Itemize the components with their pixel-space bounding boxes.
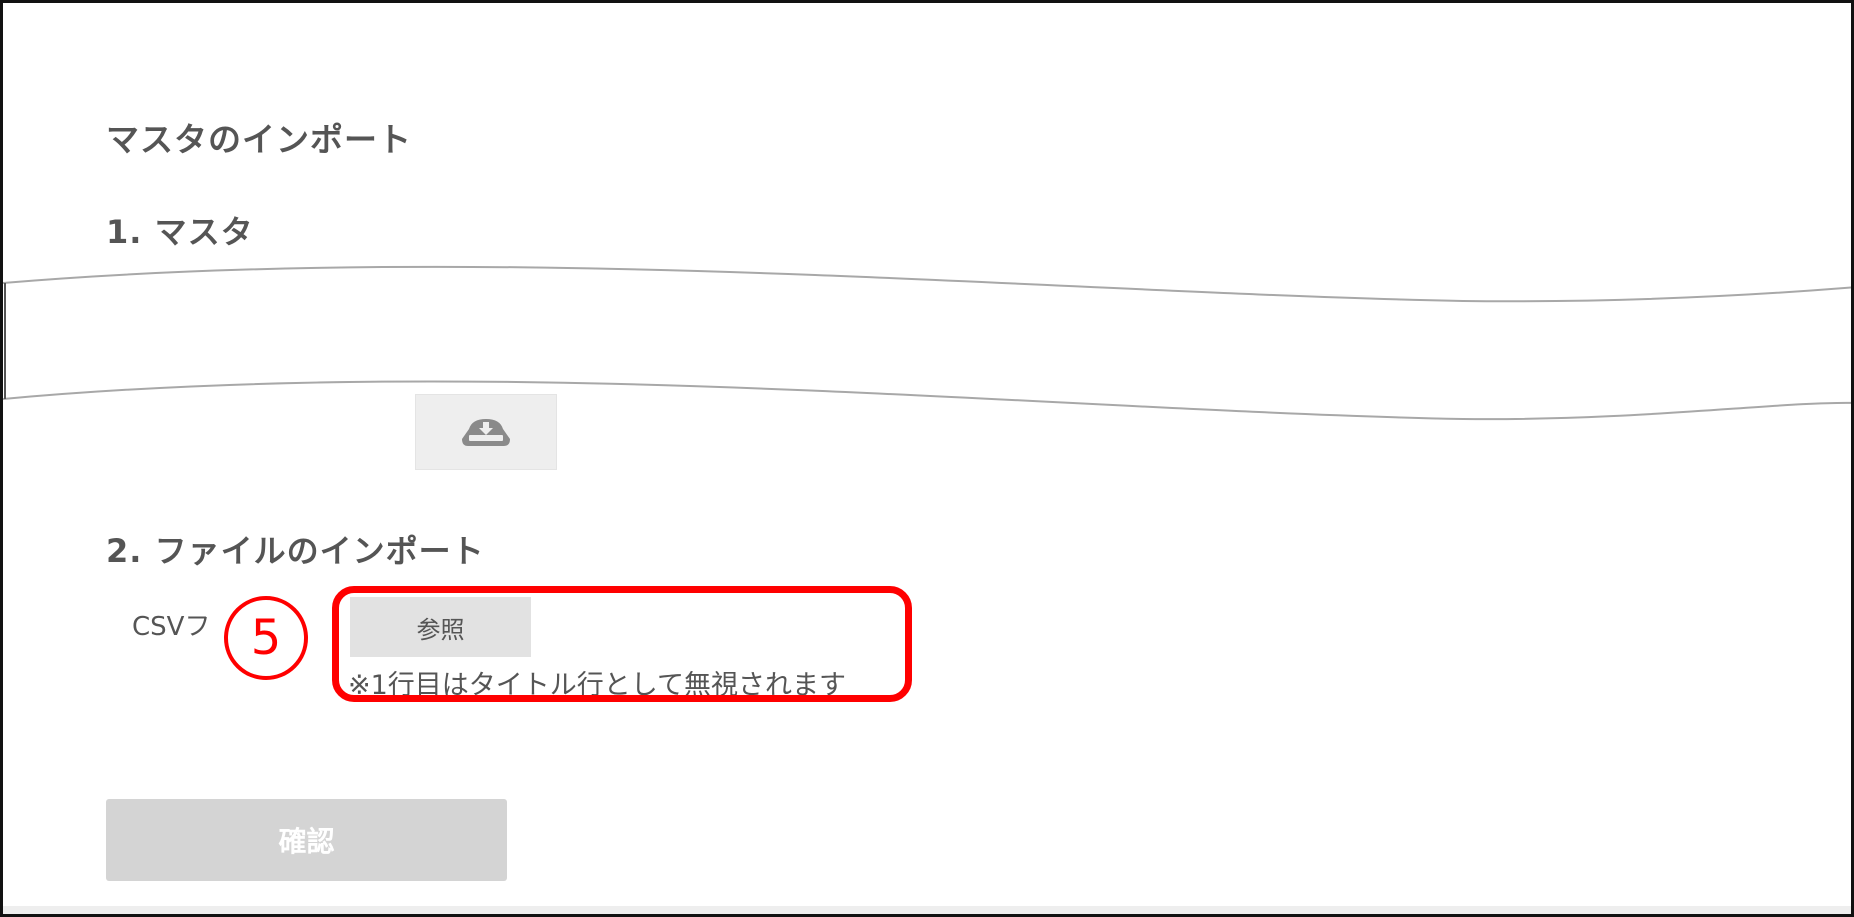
- screenshot-frame: マスタのインポート 1. マスタ 2. ファイルのインポート CSVフ 5 参照…: [0, 0, 1854, 917]
- csv-file-label: CSVフ: [132, 612, 211, 642]
- section-file-import-title: 2. ファイルのインポート: [106, 532, 485, 570]
- page-title: マスタのインポート: [106, 120, 412, 159]
- confirm-button[interactable]: 確認: [106, 799, 507, 881]
- template-download-button[interactable]: [415, 394, 557, 470]
- omitted-content-tear: [3, 265, 1851, 421]
- cloud-download-icon: [462, 419, 510, 446]
- browse-file-button[interactable]: 参照: [350, 597, 531, 657]
- bottom-strip: [3, 906, 1851, 914]
- import-note-text: ※1行目はタイトル行として無視されます: [348, 670, 846, 701]
- step-number-digit: 5: [251, 610, 282, 666]
- section-master-title: 1. マスタ: [106, 213, 254, 251]
- step-number-marker: 5: [224, 596, 308, 680]
